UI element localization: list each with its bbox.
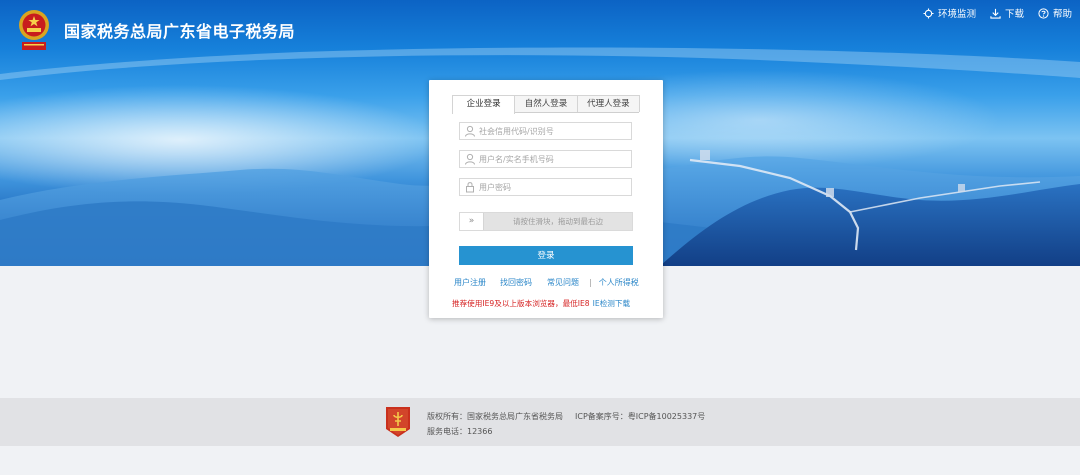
username-input[interactable] bbox=[477, 152, 627, 166]
password-input[interactable] bbox=[477, 180, 627, 194]
slider-hint: 请按住滑块，拖动到最右边 bbox=[513, 217, 603, 226]
personal-tax-link[interactable]: 个人所得税 bbox=[599, 277, 639, 288]
national-emblem-icon bbox=[19, 10, 49, 50]
help-label: 帮助 bbox=[1052, 9, 1072, 20]
user-icon bbox=[465, 125, 475, 137]
login-links: 用户注册 找回密码 常见问题 | 个人所得税 bbox=[454, 277, 644, 288]
help-icon bbox=[1038, 7, 1049, 19]
credit-code-input[interactable] bbox=[477, 124, 627, 138]
lock-icon bbox=[466, 182, 474, 193]
slider-handle[interactable]: » bbox=[460, 213, 484, 230]
tab-enterprise-login[interactable]: 企业登录 bbox=[452, 95, 516, 114]
download-icon bbox=[990, 8, 1001, 19]
register-link[interactable]: 用户注册 bbox=[454, 277, 486, 288]
copyright-text: 版权所有：国家税务总局广东省税务局 bbox=[427, 412, 563, 421]
government-badge-icon bbox=[386, 407, 410, 437]
faq-link[interactable]: 常见问题 bbox=[547, 277, 579, 288]
tab-agent-login[interactable]: 代理人登录 bbox=[576, 95, 640, 112]
password-field bbox=[459, 178, 632, 196]
download-link[interactable]: 下载 bbox=[990, 6, 1024, 20]
footer-info-line: 版权所有：国家税务总局广东省税务局 ICP备案序号：粤ICP备10025337号 bbox=[427, 411, 705, 422]
env-monitor-label: 环境监测 bbox=[937, 9, 976, 20]
login-button[interactable]: 登录 bbox=[459, 246, 633, 265]
monitor-icon bbox=[923, 7, 934, 19]
login-panel: 企业登录 自然人登录 代理人登录 » 请按住滑块，拖动到最右边 登录 用户注册 … bbox=[429, 80, 663, 318]
download-label: 下载 bbox=[1004, 9, 1024, 20]
icp-text[interactable]: ICP备案序号：粤ICP备10025337号 bbox=[575, 412, 705, 421]
footer: 版权所有：国家税务总局广东省税务局 ICP备案序号：粤ICP备10025337号 … bbox=[0, 398, 1080, 446]
username-field bbox=[459, 150, 632, 168]
link-separator: | bbox=[589, 278, 592, 287]
browser-notice: 推荐使用IE9及以上版本浏览器，最低IE8 IE检测下载 bbox=[452, 298, 630, 309]
service-phone: 服务电话：12366 bbox=[427, 427, 493, 436]
top-links: 环境监测 下载 帮助 bbox=[923, 6, 1072, 20]
credit-code-field bbox=[459, 122, 632, 140]
ie-check-download-link[interactable]: IE检测下载 bbox=[593, 299, 630, 308]
login-tabs: 企业登录 自然人登录 代理人登录 bbox=[452, 95, 640, 114]
tab-individual-login[interactable]: 自然人登录 bbox=[514, 95, 578, 112]
browser-notice-text: 推荐使用IE9及以上版本浏览器，最低IE8 bbox=[452, 299, 590, 308]
slide-verify[interactable]: » 请按住滑块，拖动到最右边 bbox=[459, 212, 633, 231]
page-bottom bbox=[0, 446, 1080, 475]
site-title: 国家税务总局广东省电子税务局 bbox=[64, 22, 296, 41]
env-monitor-link[interactable]: 环境监测 bbox=[923, 6, 976, 20]
help-link[interactable]: 帮助 bbox=[1038, 6, 1072, 20]
forgot-password-link[interactable]: 找回密码 bbox=[500, 277, 532, 288]
user-icon bbox=[465, 153, 475, 165]
